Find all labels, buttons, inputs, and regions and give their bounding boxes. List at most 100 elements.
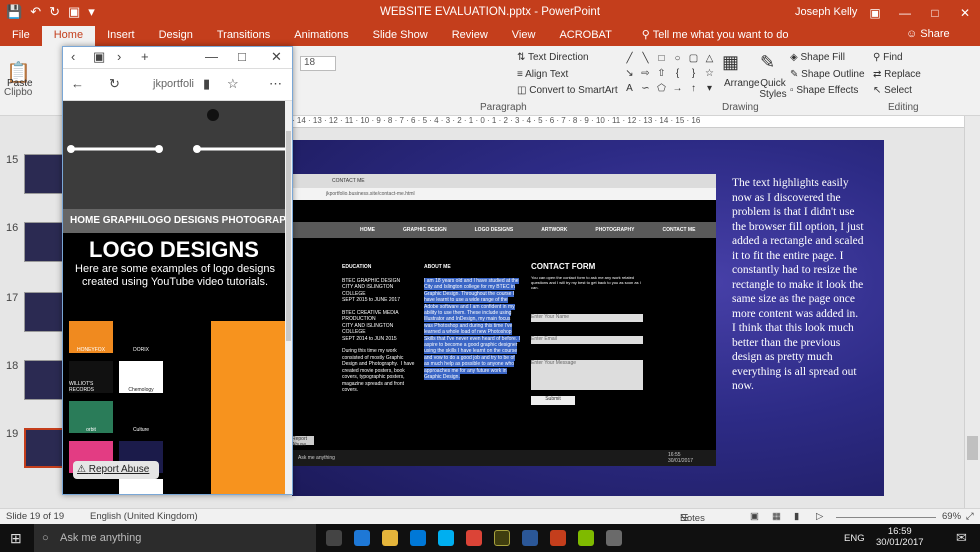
logo-tile[interactable]	[119, 479, 163, 494]
minimize-icon[interactable]: —	[205, 49, 218, 64]
tab-transitions[interactable]: Transitions	[205, 26, 282, 46]
page-nav[interactable]: HOME GRAPHILOGO DESIGNS PHOTOGRAPHY CONT…	[63, 209, 285, 233]
refresh-icon[interactable]: ↻	[109, 76, 120, 92]
back-tabs-icon[interactable]: ‹	[71, 49, 75, 64]
slide-canvas[interactable]: CONTACT ME jkportfolio.business.site/con…	[292, 140, 884, 496]
arrange-button[interactable]: Arrange	[724, 78, 760, 89]
edge-page-content[interactable]: HOME GRAPHILOGO DESIGNS PHOTOGRAPHY CONT…	[63, 101, 285, 494]
ribbon-display-icon[interactable]: ▣	[860, 0, 890, 26]
tab-insert[interactable]: Insert	[95, 26, 147, 46]
powerpoint-icon[interactable]	[550, 530, 566, 546]
chrome-icon[interactable]	[466, 530, 482, 546]
arrow-shape-icon[interactable]: ↘	[622, 67, 637, 81]
find-button[interactable]: ⚲ Find	[873, 52, 903, 63]
slide-thumbnail[interactable]	[24, 360, 64, 400]
website-screenshot[interactable]: CONTACT ME jkportfolio.business.site/con…	[292, 174, 716, 466]
logo-tile[interactable]: Culture	[119, 401, 163, 433]
shape-fill-button[interactable]: ◈ Shape Fill	[790, 52, 845, 63]
task-view-icon[interactable]	[326, 530, 342, 546]
slide-thumbnail-selected[interactable]	[24, 428, 64, 468]
arrow-shape-icon[interactable]: ↑	[686, 82, 701, 96]
store-icon[interactable]	[410, 530, 426, 546]
shape-effects-button[interactable]: ▫ Shape Effects	[790, 85, 858, 96]
select-button[interactable]: ↖ Select	[873, 85, 912, 96]
windows-start-icon[interactable]: ⊞	[10, 530, 22, 547]
triangle-shape-icon[interactable]: △	[702, 52, 717, 66]
file-explorer-icon[interactable]	[382, 530, 398, 546]
notifications-icon[interactable]: ✉	[956, 530, 967, 546]
replace-button[interactable]: ⇄ Replace	[873, 69, 921, 80]
language-status[interactable]: English (United Kingdom)	[90, 511, 198, 522]
muse-icon[interactable]	[494, 530, 510, 546]
share-button[interactable]: ☺ Share	[906, 28, 950, 40]
word-icon[interactable]	[522, 530, 538, 546]
slide-thumbnail[interactable]	[24, 292, 64, 332]
new-tab-icon[interactable]: +	[141, 49, 149, 64]
logo-tile[interactable]: WILLIOT'S RECORDS	[69, 361, 113, 393]
more-shapes-icon[interactable]: ▾	[702, 82, 717, 96]
pentagon-shape-icon[interactable]: ⬠	[654, 82, 669, 96]
maximize-icon[interactable]: □	[920, 0, 950, 26]
tab-design[interactable]: Design	[147, 26, 205, 46]
normal-view-icon[interactable]: ▣	[750, 511, 759, 522]
tab-review[interactable]: Review	[440, 26, 500, 46]
app-icon[interactable]	[606, 530, 622, 546]
font-size-field[interactable]: 18	[300, 56, 336, 71]
edge-scrollbar[interactable]	[285, 101, 292, 494]
clock[interactable]: 16:59 30/01/2017	[876, 526, 924, 548]
more-icon[interactable]: ⋯	[269, 76, 282, 92]
oval-shape-icon[interactable]: ○	[670, 52, 685, 66]
logo-tile[interactable]: orbit	[69, 401, 113, 433]
logo-tile[interactable]: DORIX	[119, 321, 163, 353]
logo-tile[interactable]: HONEYFOX	[69, 321, 113, 353]
close-icon[interactable]: ✕	[271, 49, 282, 65]
tab-acrobat[interactable]: ACROBAT	[547, 26, 623, 46]
brace-shape-icon[interactable]: }	[686, 67, 701, 81]
slide-sorter-icon[interactable]: ▦	[772, 511, 781, 522]
reading-view-icon[interactable]: ▮	[794, 511, 799, 522]
zoom-slider[interactable]	[836, 517, 936, 518]
fit-slide-icon[interactable]: ⤢	[966, 511, 974, 522]
maximize-icon[interactable]: □	[238, 49, 246, 64]
close-icon[interactable]: ✕	[950, 0, 980, 26]
arrow-shape-icon[interactable]: ⇧	[654, 67, 669, 81]
brace-shape-icon[interactable]: {	[670, 67, 685, 81]
tab-animations[interactable]: Animations	[282, 26, 360, 46]
convert-smartart-button[interactable]: ◫ Convert to SmartArt	[517, 85, 618, 96]
text-box-icon[interactable]: A	[622, 82, 637, 96]
cortana-search[interactable]: ○ Ask me anything	[34, 524, 316, 552]
arrow-shape-icon[interactable]: →	[670, 82, 685, 96]
slide-thumbnail[interactable]	[24, 154, 64, 194]
favorite-star-icon[interactable]: ☆	[227, 76, 239, 92]
back-icon[interactable]: ←	[71, 76, 84, 91]
scrollbar-thumb[interactable]	[286, 131, 291, 341]
rect-shape-icon[interactable]: □	[654, 52, 669, 66]
curve-shape-icon[interactable]: ∽	[638, 82, 653, 96]
edge-icon[interactable]	[354, 530, 370, 546]
line-shape-icon[interactable]: ╱	[622, 52, 637, 66]
tab-view[interactable]: View	[500, 26, 548, 46]
edge-browser-window[interactable]: ‹ ▣ › + — □ ✕ ← ↻ jkportfoli ▮ ☆ ⋯ HOME …	[62, 46, 293, 495]
scrollbar-thumb[interactable]	[967, 436, 978, 460]
slide-scrollbar[interactable]	[964, 116, 980, 508]
language-indicator[interactable]: ENG	[844, 533, 865, 544]
shapes-gallery[interactable]: ╱ ╲ □ ○ ▢ △ ↘ ⇨ ⇧{} ☆ A ∽ ⬠ → ↑ ▾	[622, 52, 714, 96]
slide-text-box[interactable]: The text highlights easily now as I disc…	[732, 176, 868, 394]
skype-icon[interactable]	[438, 530, 454, 546]
quick-styles-button[interactable]: Quick Styles	[758, 78, 788, 100]
arrow-shape-icon[interactable]: ⇨	[638, 67, 653, 81]
report-abuse-button[interactable]: ⚠ Report Abuse	[73, 461, 159, 479]
slide-body-text[interactable]: The text highlights easily now as I disc…	[732, 176, 868, 394]
user-name[interactable]: Joseph Kelly	[795, 6, 857, 18]
tab-preview-icon[interactable]: ▣	[93, 49, 105, 65]
text-direction-button[interactable]: ⇅ Text Direction	[517, 52, 589, 63]
slide-thumbnail[interactable]	[24, 222, 64, 262]
tell-me-input[interactable]: ⚲ Tell me what you want to do	[630, 26, 801, 46]
slideshow-view-icon[interactable]: ▷	[816, 511, 823, 522]
minimize-icon[interactable]: —	[890, 0, 920, 26]
line-shape-icon[interactable]: ╲	[638, 52, 653, 66]
rect-shape-icon[interactable]: ▢	[686, 52, 701, 66]
shape-outline-button[interactable]: ✎ Shape Outline	[790, 69, 865, 80]
quick-styles-icon[interactable]: ✎	[760, 52, 775, 73]
app-icon[interactable]	[578, 530, 594, 546]
